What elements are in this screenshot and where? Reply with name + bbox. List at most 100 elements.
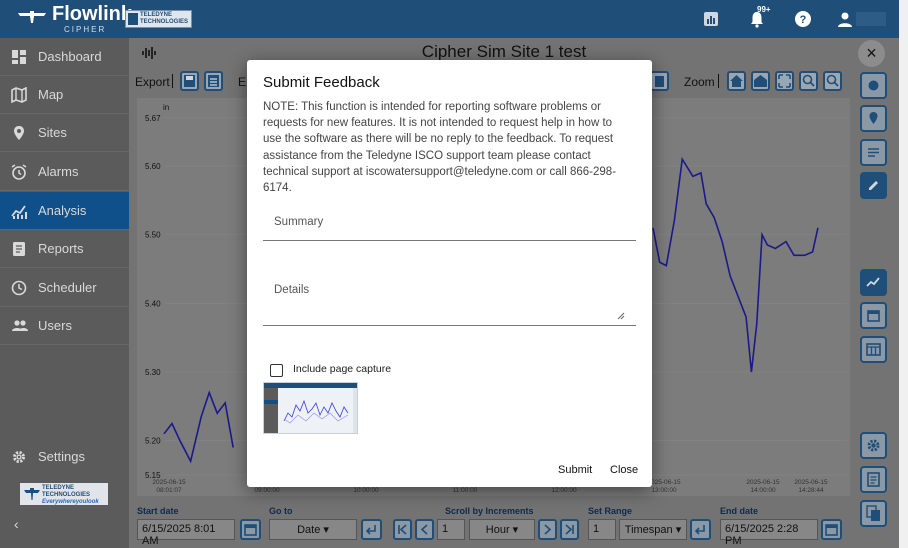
sidebar-item-alarms[interactable]: Alarms <box>0 153 129 191</box>
export-save-button[interactable] <box>180 71 199 91</box>
delete-button[interactable] <box>650 71 669 91</box>
close-panel-icon[interactable]: × <box>858 40 885 67</box>
dialog-title: Submit Feedback <box>263 74 380 91</box>
goto-select[interactable]: Date ▾ <box>269 519 357 540</box>
summary-input[interactable]: Summary <box>274 216 323 228</box>
end-date-calendar-button[interactable] <box>821 519 842 540</box>
rail-copy-document-icon[interactable] <box>860 500 887 527</box>
notification-count-badge: 99+ <box>757 5 771 14</box>
zoom-fit-button[interactable] <box>775 71 794 91</box>
start-date-calendar-button[interactable] <box>240 519 261 540</box>
alarm-clock-icon <box>11 164 27 180</box>
include-page-capture-checkbox[interactable] <box>270 364 283 377</box>
sidebar-item-users[interactable]: Users <box>0 307 129 345</box>
collapse-sidebar-chevron-icon[interactable]: ‹ <box>14 516 19 532</box>
summary-input-underline <box>263 240 636 241</box>
y-tick-label: 5.60 <box>145 162 161 171</box>
reports-icon <box>11 241 27 257</box>
textarea-resize-grip-icon[interactable] <box>617 308 625 320</box>
scroll-increments-label: Scroll by Increments <box>445 506 534 516</box>
scroll-next-button[interactable] <box>538 519 557 540</box>
sidebar-item-settings[interactable]: Settings <box>0 438 129 474</box>
zoom-in-button[interactable] <box>799 71 818 91</box>
range-enter-button[interactable] <box>690 519 711 540</box>
sidebar-item-label: Dashboard <box>38 49 102 64</box>
app-logo-subtitle: CIPHER <box>64 25 107 34</box>
x-tick-label: 12:00:00 <box>551 487 577 494</box>
close-button[interactable]: Close <box>610 464 638 476</box>
end-date-label: End date <box>720 506 759 516</box>
series-line <box>652 156 819 373</box>
export-label: Export <box>135 75 170 89</box>
sidebar-item-reports[interactable]: Reports <box>0 230 129 268</box>
zoom-site-button[interactable] <box>751 71 770 91</box>
page-title: Cipher Sim Site 1 test <box>421 42 587 61</box>
zoom-home-button[interactable] <box>727 71 746 91</box>
range-unit-value: Timespan <box>624 524 673 536</box>
scroll-prev-button[interactable] <box>415 519 434 540</box>
goto-label: Go to <box>269 506 293 516</box>
rail-table-button[interactable] <box>860 336 887 363</box>
x-tick-label: 2025-06-15 <box>647 479 681 486</box>
sidebar-item-label: Users <box>38 318 72 333</box>
app-logo-text: Flowlink <box>52 3 132 25</box>
analysis-chart-icon <box>11 203 27 219</box>
sidebar-item-dashboard[interactable]: Dashboard <box>0 38 129 76</box>
sidebar-item-analysis[interactable]: Analysis <box>0 192 129 230</box>
window-scrollbar[interactable] <box>899 0 908 548</box>
clock-icon <box>11 280 27 296</box>
rail-notes-button[interactable] <box>860 139 887 166</box>
help-icon[interactable]: ? <box>794 10 812 28</box>
user-name-redacted[interactable] <box>856 12 886 26</box>
scroll-count-input[interactable]: 1 <box>437 519 465 540</box>
scroll-first-button[interactable] <box>393 519 412 540</box>
x-tick-label: 11:00:00 <box>453 487 478 494</box>
y-tick-label: 5.20 <box>145 437 161 446</box>
partner-line2: TECHNOLOGIES <box>42 492 91 498</box>
scroll-last-button[interactable] <box>560 519 579 540</box>
include-page-capture-label: Include page capture <box>293 363 392 375</box>
sidebar-item-label: Settings <box>38 449 85 464</box>
top-bar: Flowlink CIPHER TELEDYNE TECHNOLOGIES 99+… <box>0 0 908 38</box>
location-pin-icon <box>11 125 27 141</box>
sidebar-item-map[interactable]: Map <box>0 76 129 114</box>
teledyne-badge: TELEDYNE TECHNOLOGIES <box>125 10 192 28</box>
goto-value: Date <box>297 524 321 536</box>
series-line <box>163 390 234 464</box>
rail-settings-gear-icon[interactable] <box>860 432 887 459</box>
rail-record-button[interactable] <box>860 72 887 99</box>
export-list-button[interactable] <box>204 71 223 91</box>
y-tick-label: 5.50 <box>145 231 161 240</box>
end-date-field[interactable]: 6/15/2025 2:28 PM <box>720 519 818 547</box>
reports-chart-icon[interactable] <box>702 10 720 28</box>
sidebar-item-sites[interactable]: Sites <box>0 114 129 152</box>
map-icon <box>11 86 27 104</box>
right-tool-rail: × <box>854 38 899 548</box>
x-tick-label: 09:00:00 <box>254 487 280 494</box>
rail-edit-button[interactable] <box>860 172 887 199</box>
rail-clipboard-icon[interactable] <box>860 466 887 493</box>
start-date-field[interactable]: 6/15/2025 8:01 AM <box>137 519 235 547</box>
range-unit-select[interactable]: Timespan ▾ <box>619 519 687 540</box>
range-count-input[interactable]: 1 <box>588 519 616 540</box>
details-textarea[interactable]: Details <box>274 284 309 296</box>
start-date-label: Start date <box>137 506 179 516</box>
zoom-label: Zoom <box>684 75 715 89</box>
rail-line-chart-button[interactable] <box>860 269 887 296</box>
user-account-icon[interactable] <box>836 10 854 28</box>
scroll-unit-select[interactable]: Hour ▾ <box>469 519 535 540</box>
svg-text:?: ? <box>800 14 807 26</box>
gear-icon <box>11 449 27 465</box>
sidebar-item-label: Alarms <box>38 164 79 179</box>
sidebar-item-scheduler[interactable]: Scheduler <box>0 269 129 307</box>
rail-location-button[interactable] <box>860 105 887 132</box>
x-tick-label: 10:00:00 <box>353 487 379 494</box>
x-tick-label: 2025-06-15 <box>152 479 186 486</box>
goto-enter-button[interactable] <box>361 519 382 540</box>
zoom-out-button[interactable] <box>823 71 842 91</box>
x-tick-label: 08:01:07 <box>156 487 182 494</box>
rail-calendar-button[interactable] <box>860 302 887 329</box>
x-tick-label: 2025-06-15 <box>794 479 828 486</box>
sidebar-item-label: Reports <box>38 241 84 256</box>
submit-button[interactable]: Submit <box>558 464 592 476</box>
